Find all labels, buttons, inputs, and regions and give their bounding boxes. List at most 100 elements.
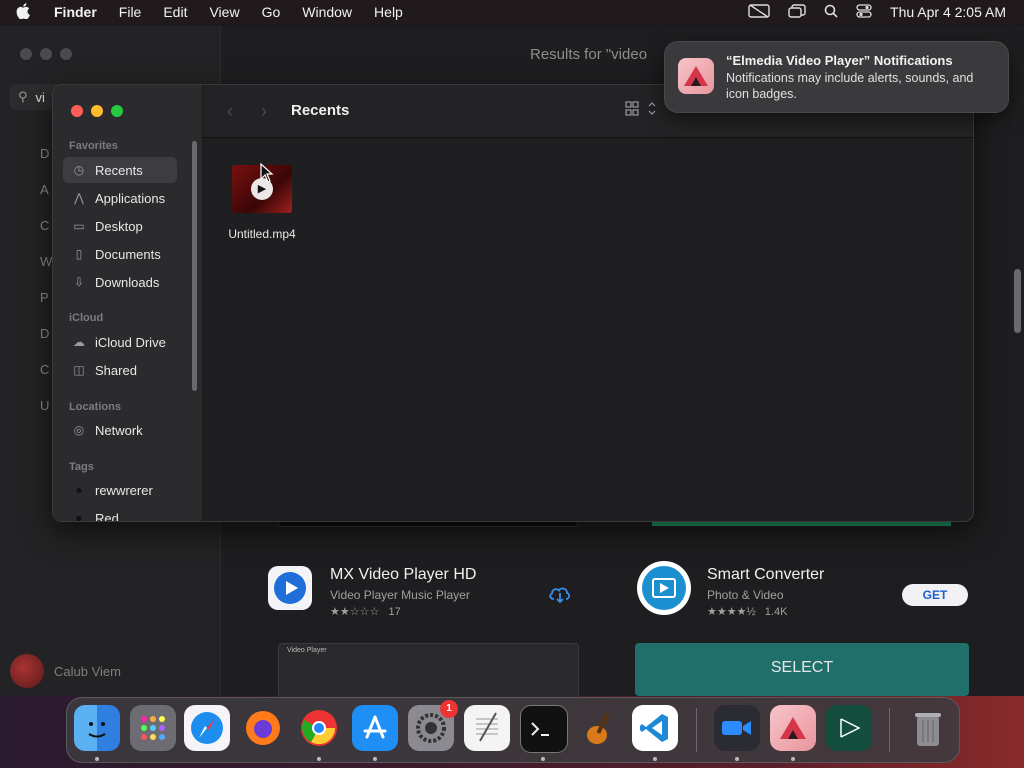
rating-count: 17 xyxy=(388,606,401,618)
sidebar-item-icloud-drive[interactable]: ☁ iCloud Drive xyxy=(63,329,177,355)
app-subtitle: Video Player Music Player xyxy=(330,588,470,602)
account-button[interactable]: Calub Viem xyxy=(10,654,121,688)
close-button[interactable] xyxy=(71,105,83,117)
menu-app-name[interactable]: Finder xyxy=(54,4,97,20)
textedit-icon[interactable] xyxy=(464,705,510,751)
avatar xyxy=(10,654,44,688)
garageband-icon[interactable] xyxy=(576,705,622,751)
firefox-icon[interactable] xyxy=(240,705,286,751)
video-app-icon[interactable] xyxy=(826,705,872,751)
running-indicator xyxy=(317,757,321,761)
sidebar-item[interactable]: C xyxy=(40,352,52,388)
star-rating-icon: ★★★★½ xyxy=(707,606,756,618)
sidebar-item[interactable]: D xyxy=(40,136,52,172)
clock[interactable]: Thu Apr 4 2:05 AM xyxy=(890,4,1006,20)
chrome-icon[interactable] xyxy=(296,705,342,751)
app-result-mx-video-player[interactable]: MX Video Player HD Video Player Music Pl… xyxy=(268,566,476,618)
sidebar-item-shared[interactable]: ◫ Shared xyxy=(63,357,177,383)
vscode-icon[interactable] xyxy=(632,705,678,751)
rating-count: 1.4K xyxy=(764,606,788,618)
system-settings-icon[interactable]: 1 xyxy=(408,700,458,751)
sidebar-item-label: Desktop xyxy=(95,218,143,234)
spotlight-search-icon[interactable] xyxy=(824,4,838,21)
app-name: MX Video Player HD xyxy=(330,566,477,583)
zoom-icon[interactable] xyxy=(714,705,760,751)
document-icon: ▯ xyxy=(75,247,83,261)
clock-icon: ◷ xyxy=(73,163,85,177)
sidebar-item[interactable]: D xyxy=(40,316,52,352)
mouse-cursor-icon xyxy=(260,163,274,183)
sidebar-item[interactable]: U xyxy=(40,388,52,424)
file-name: Untitled.mp4 xyxy=(228,227,296,241)
sidebar-item[interactable]: C xyxy=(40,208,52,244)
sidebar-item-tag[interactable]: ● rewwrerer xyxy=(63,477,177,503)
sidebar-item-desktop[interactable]: ▭ Desktop xyxy=(63,213,177,239)
view-options-icon[interactable] xyxy=(625,101,659,120)
download-cloud-button[interactable] xyxy=(548,584,574,606)
minimize-button[interactable] xyxy=(40,48,52,60)
menu-file[interactable]: File xyxy=(119,4,142,20)
app-result-smart-converter[interactable]: Smart Converter Photo & Video ★★★★½ 1.4K xyxy=(636,561,824,618)
sidebar-item-recents[interactable]: ◷ Recents xyxy=(63,157,177,183)
windows-icon[interactable] xyxy=(788,3,806,21)
safari-icon[interactable] xyxy=(184,705,230,751)
terminal-icon[interactable] xyxy=(520,705,568,753)
desktop-icon: ▭ xyxy=(73,219,85,233)
launchpad-icon[interactable] xyxy=(130,705,176,751)
finder-window: Favorites ◷ Recents ⋀ Applications ▭ Des… xyxy=(52,84,974,522)
elmedia-player-icon[interactable] xyxy=(770,705,816,751)
sidebar-item-downloads[interactable]: ⇩ Downloads xyxy=(63,269,177,295)
sidebar-item-label: iCloud Drive xyxy=(95,334,166,350)
running-indicator xyxy=(653,757,657,761)
menu-view[interactable]: View xyxy=(209,4,239,20)
finder-sidebar: Favorites ◷ Recents ⋀ Applications ▭ Des… xyxy=(53,85,203,521)
minimize-button[interactable] xyxy=(91,105,103,117)
section-tags: Tags xyxy=(69,461,94,473)
back-chevron-icon[interactable]: ‹ xyxy=(227,101,233,122)
mx-player-app-icon xyxy=(268,566,312,610)
applications-icon: ⋀ xyxy=(74,191,84,205)
menu-window[interactable]: Window xyxy=(302,4,352,20)
screen-share-icon[interactable] xyxy=(748,3,770,21)
menu-go[interactable]: Go xyxy=(262,4,281,20)
apple-menu-icon[interactable] xyxy=(16,2,36,22)
download-icon: ⇩ xyxy=(73,275,85,289)
section-favorites: Favorites xyxy=(69,140,118,152)
menu-edit[interactable]: Edit xyxy=(163,4,187,20)
smart-converter-app-icon xyxy=(636,560,692,616)
control-center-icon[interactable] xyxy=(856,3,872,21)
promo-banner: SELECT xyxy=(635,643,969,696)
sidebar-item-network[interactable]: ◎ Network xyxy=(63,417,177,443)
search-input-value: vi xyxy=(35,89,45,105)
zoom-button[interactable] xyxy=(111,105,123,117)
finder-icon[interactable] xyxy=(74,705,120,751)
window-controls xyxy=(20,48,72,60)
sidebar-item[interactable]: W xyxy=(40,244,52,280)
zoom-button[interactable] xyxy=(60,48,72,60)
sidebar-item-tag-red[interactable]: ● Red xyxy=(63,505,177,522)
running-indicator xyxy=(373,757,377,761)
tag-dot-icon: ● xyxy=(75,483,83,497)
sidebar-scrollbar[interactable] xyxy=(192,141,197,391)
notification-body: Notifications may include alerts, sounds… xyxy=(726,71,974,101)
app-store-icon[interactable] xyxy=(352,705,398,751)
sidebar-item[interactable]: P xyxy=(40,280,52,316)
sidebar-item-documents[interactable]: ▯ Documents xyxy=(63,241,177,267)
trash-icon[interactable] xyxy=(905,705,951,751)
scrollbar[interactable] xyxy=(1014,269,1021,333)
section-locations: Locations xyxy=(69,401,121,413)
dock-separator xyxy=(696,708,697,752)
sidebar-item-label: Applications xyxy=(95,190,166,206)
sidebar-item-applications[interactable]: ⋀ Applications xyxy=(63,185,177,211)
running-indicator xyxy=(95,757,99,761)
forward-chevron-icon[interactable]: › xyxy=(261,101,267,122)
notification-banner[interactable]: “Elmedia Video Player” Notifications Not… xyxy=(664,41,1009,113)
close-button[interactable] xyxy=(20,48,32,60)
notification-badge: 1 xyxy=(440,700,458,718)
menu-help[interactable]: Help xyxy=(374,4,403,20)
get-button[interactable]: GET xyxy=(902,584,968,606)
sidebar-partial-labels: D A C W P D C U xyxy=(40,136,52,424)
sidebar-item-label: Red xyxy=(95,510,119,522)
sidebar-item[interactable]: A xyxy=(40,172,52,208)
sidebar-item-label: Shared xyxy=(95,362,137,378)
